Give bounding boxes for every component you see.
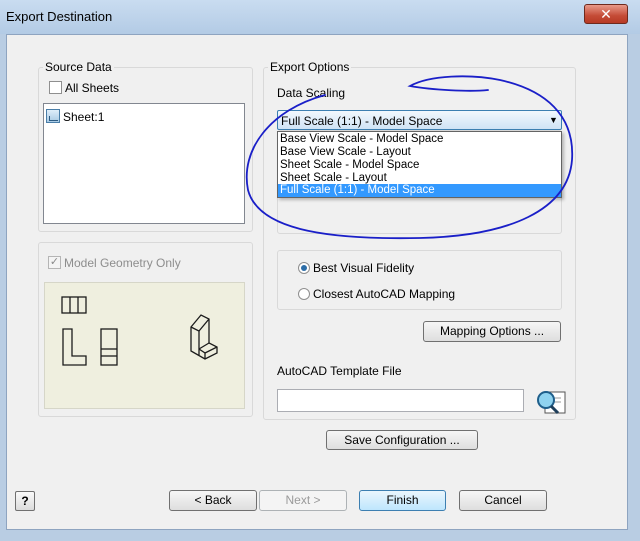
model-geometry-checkbox[interactable]: ✓	[48, 256, 61, 269]
cancel-button[interactable]: Cancel	[459, 490, 547, 511]
template-file-input[interactable]	[277, 389, 524, 412]
close-icon: ✕	[600, 6, 612, 22]
all-sheets-label: All Sheets	[65, 81, 120, 95]
model-geometry-label: Model Geometry Only	[64, 256, 181, 270]
data-scaling-dropdown[interactable]: Base View Scale - Model Space Base View …	[277, 131, 562, 198]
window-frame-bottom	[0, 530, 640, 541]
scale-option[interactable]: Base View Scale - Model Space	[278, 133, 561, 146]
data-scaling-label: Data Scaling	[277, 86, 346, 100]
help-icon: ?	[21, 494, 29, 508]
sheet-name: Sheet:1	[63, 110, 105, 124]
next-button[interactable]: Next >	[259, 490, 347, 511]
geometry-preview	[44, 282, 245, 409]
scale-option[interactable]: Sheet Scale - Model Space	[278, 159, 561, 172]
save-configuration-button[interactable]: Save Configuration ...	[326, 430, 478, 450]
browse-template-icon	[537, 391, 566, 415]
mapping-options-button[interactable]: Mapping Options ...	[423, 321, 561, 342]
scale-option[interactable]: Base View Scale - Layout	[278, 146, 561, 159]
back-button[interactable]: < Back	[169, 490, 257, 511]
all-sheets-checkbox[interactable]	[49, 81, 62, 94]
fidelity-group	[277, 250, 562, 310]
export-options-title: Export Options	[268, 60, 352, 74]
window-title: Export Destination	[6, 9, 113, 24]
window-frame-right	[628, 34, 640, 541]
geometry-preview-drawing	[61, 296, 218, 366]
finish-button[interactable]: Finish	[359, 490, 446, 511]
chevron-down-icon: ▼	[549, 115, 558, 125]
best-fidelity-radio[interactable]	[298, 262, 310, 274]
closest-mapping-radio[interactable]	[298, 288, 310, 300]
source-data-title: Source Data	[43, 60, 114, 74]
close-button[interactable]: ✕	[584, 4, 628, 24]
closest-mapping-label: Closest AutoCAD Mapping	[313, 287, 456, 301]
data-scaling-selected: Full Scale (1:1) - Model Space	[281, 114, 443, 128]
data-scaling-select[interactable]: Full Scale (1:1) - Model Space ▼	[277, 110, 562, 130]
help-button[interactable]: ?	[15, 491, 35, 511]
sheet-icon	[46, 109, 60, 123]
template-file-label: AutoCAD Template File	[277, 364, 402, 378]
sheet-list[interactable]: Sheet:1	[43, 103, 245, 224]
browse-template-button[interactable]	[533, 387, 567, 415]
best-fidelity-label: Best Visual Fidelity	[313, 261, 415, 275]
scale-option-highlighted[interactable]: Full Scale (1:1) - Model Space	[278, 184, 561, 197]
